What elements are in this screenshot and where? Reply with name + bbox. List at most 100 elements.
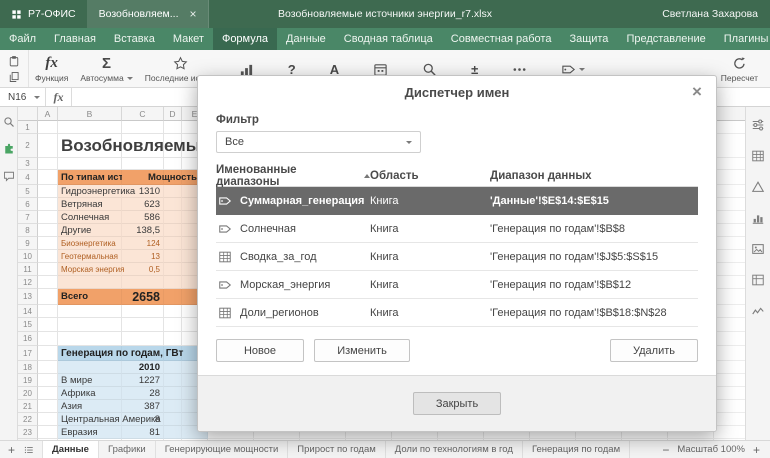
cell[interactable] <box>38 170 58 185</box>
cell[interactable] <box>38 250 58 263</box>
search-button[interactable] <box>3 116 15 128</box>
cell[interactable] <box>38 289 58 305</box>
cell[interactable] <box>38 346 58 361</box>
cell[interactable]: 13 <box>122 250 164 263</box>
comment-button[interactable] <box>3 170 15 182</box>
cell[interactable]: Евразия <box>58 426 122 439</box>
cell[interactable] <box>58 361 122 374</box>
column-header[interactable]: A <box>38 107 58 121</box>
cell[interactable] <box>122 121 164 134</box>
cell[interactable]: Геотермальная <box>58 250 122 263</box>
select-all-corner[interactable] <box>18 107 38 121</box>
cell[interactable] <box>38 158 58 170</box>
cell[interactable] <box>38 211 58 224</box>
sheet-tab[interactable]: Графики <box>99 441 156 458</box>
cell[interactable]: Мощность <box>122 170 164 185</box>
column-header[interactable]: C <box>122 107 164 121</box>
menu-tab[interactable]: Формула <box>213 28 277 50</box>
row-header[interactable]: 17 <box>18 346 38 361</box>
row-header[interactable]: 4 <box>18 170 38 185</box>
cell[interactable] <box>164 332 182 346</box>
row-header[interactable]: 15 <box>18 318 38 332</box>
name-range-row[interactable]: Морская_энергияКнига'Генерация по годам'… <box>216 271 698 299</box>
cell[interactable] <box>164 185 182 198</box>
cell[interactable] <box>38 413 58 426</box>
cell[interactable] <box>58 305 122 318</box>
row-header[interactable]: 18 <box>18 361 38 374</box>
menu-tab[interactable]: Плагины <box>715 28 770 50</box>
cell[interactable] <box>164 374 182 387</box>
column-range[interactable]: Диапазон данных <box>490 170 698 182</box>
plugin-button[interactable] <box>3 143 15 155</box>
name-range-row[interactable]: СолнечнаяКнига'Генерация по годам'!$B$8 <box>216 215 698 243</box>
add-sheet-button[interactable]: + <box>8 444 15 456</box>
image-panel-button[interactable] <box>751 242 765 256</box>
row-header[interactable]: 7 <box>18 211 38 224</box>
cell[interactable] <box>58 439 122 440</box>
cell[interactable]: 0,5 <box>122 263 164 276</box>
cell[interactable] <box>164 198 182 211</box>
cell[interactable] <box>38 426 58 439</box>
cell[interactable] <box>164 237 182 250</box>
cell[interactable] <box>164 289 182 305</box>
cell[interactable] <box>58 318 122 332</box>
sheet-tab[interactable]: Доли по технологиям в год <box>386 441 523 458</box>
column-header[interactable]: D <box>164 107 182 121</box>
cell[interactable] <box>164 318 182 332</box>
row-header[interactable]: 2 <box>18 134 38 158</box>
cell[interactable]: Другие <box>58 224 122 237</box>
cell[interactable]: Генерация по годам, ГВт <box>58 346 122 361</box>
cell[interactable] <box>38 263 58 276</box>
cell[interactable] <box>122 276 164 289</box>
new-button[interactable]: Новое <box>216 339 304 362</box>
name-range-row[interactable]: Суммарная_генерацияКнига'Данные'!$E$14:$… <box>216 187 698 215</box>
row-header[interactable]: 22 <box>18 413 38 426</box>
filter-dropdown[interactable]: Все <box>216 131 421 153</box>
menu-tab[interactable]: Главная <box>45 28 105 50</box>
app-menu-tab[interactable]: Р7-ОФИС <box>0 0 88 28</box>
name-range-row[interactable]: Сводка_за_годКнига'Генерация по годам'!$… <box>216 243 698 271</box>
cell[interactable] <box>38 198 58 211</box>
paste-button[interactable] <box>8 55 20 67</box>
cell[interactable]: Ветряная <box>58 198 122 211</box>
cell[interactable]: Гидроэнергетика <box>58 185 122 198</box>
copy-button[interactable] <box>8 71 20 83</box>
dialog-close-button[interactable]: × <box>687 81 707 101</box>
cell[interactable] <box>164 305 182 318</box>
document-tab[interactable]: Возобновляем... × <box>88 0 209 28</box>
name-box[interactable]: N16 <box>0 88 46 106</box>
cell[interactable]: 2658 <box>122 289 164 305</box>
menu-tab[interactable]: Представление <box>617 28 714 50</box>
row-header[interactable]: 3 <box>18 158 38 170</box>
cell[interactable] <box>58 276 122 289</box>
cell[interactable]: 124 <box>122 237 164 250</box>
column-scope[interactable]: Область <box>370 170 490 182</box>
cell[interactable]: 623 <box>122 198 164 211</box>
row-header[interactable]: 11 <box>18 263 38 276</box>
cell[interactable] <box>122 158 164 170</box>
cell[interactable]: 387 <box>122 400 164 413</box>
cell[interactable]: Центральная Америка <box>58 413 122 426</box>
cell[interactable]: 28 <box>122 387 164 400</box>
cell[interactable]: 1227 <box>122 374 164 387</box>
shape-panel-button[interactable] <box>751 180 765 194</box>
cell[interactable] <box>58 332 122 346</box>
cell[interactable] <box>164 276 182 289</box>
cell[interactable]: 586 <box>122 211 164 224</box>
cell[interactable] <box>38 400 58 413</box>
cell[interactable] <box>122 332 164 346</box>
row-header[interactable]: 23 <box>18 426 38 439</box>
cell[interactable] <box>58 121 122 134</box>
cell[interactable] <box>164 224 182 237</box>
cell[interactable] <box>38 134 58 158</box>
cell[interactable]: Солнечная <box>58 211 122 224</box>
cell[interactable] <box>38 185 58 198</box>
column-header[interactable]: B <box>58 107 122 121</box>
cell[interactable] <box>122 305 164 318</box>
cell[interactable]: В мире <box>58 374 122 387</box>
cell[interactable] <box>164 211 182 224</box>
cell[interactable] <box>164 263 182 276</box>
cell[interactable]: По типам источника <box>58 170 122 185</box>
menu-tab[interactable]: Вставка <box>105 28 164 50</box>
cell[interactable] <box>164 158 182 170</box>
